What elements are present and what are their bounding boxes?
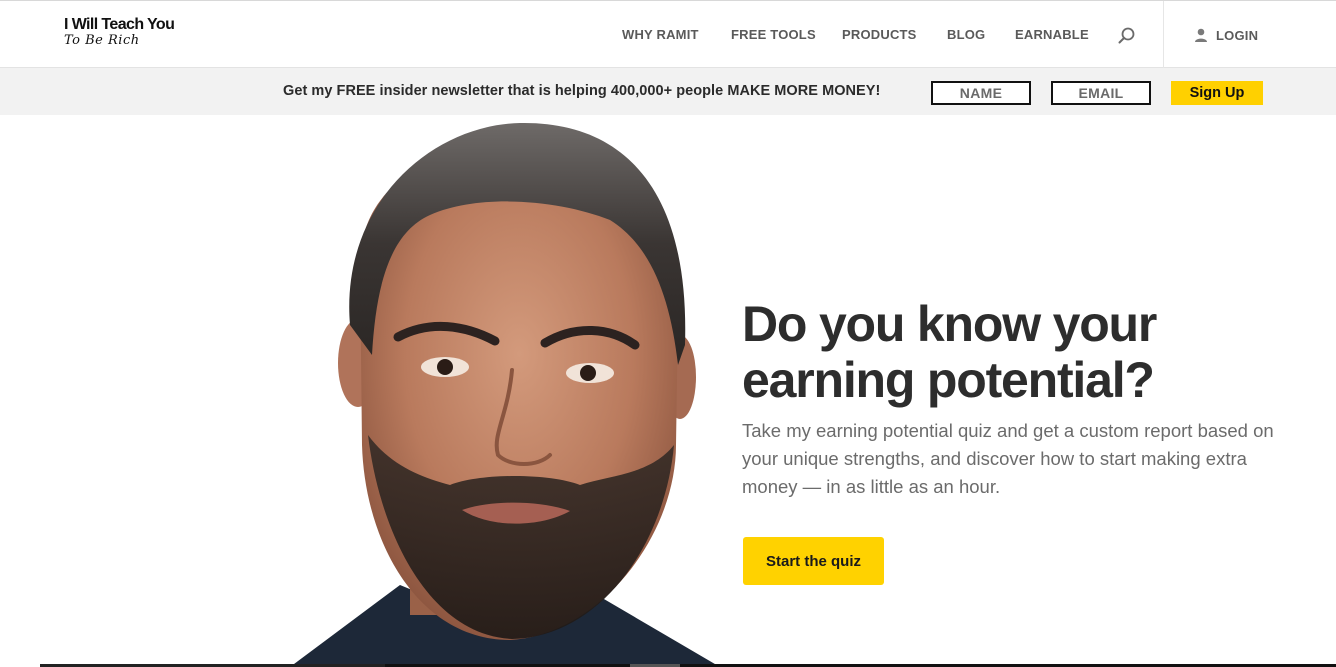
nav-why-ramit[interactable]: WHY RAMIT xyxy=(622,27,699,42)
nav-blog[interactable]: BLOG xyxy=(947,27,985,42)
site-header: I Will Teach You To Be Rich WHY RAMIT FR… xyxy=(0,0,1336,68)
login-link[interactable]: LOGIN xyxy=(1194,26,1258,44)
nav-products[interactable]: PRODUCTS xyxy=(842,27,917,42)
nav-earnable[interactable]: EARNABLE xyxy=(1015,27,1089,42)
user-icon xyxy=(1195,28,1207,42)
logo-tagline: To Be Rich xyxy=(64,33,140,48)
start-quiz-button[interactable]: Start the quiz xyxy=(743,537,884,585)
hero-subtext: Take my earning potential quiz and get a… xyxy=(742,420,1274,497)
newsletter-bar: Get my FREE insider newsletter that is h… xyxy=(0,68,1336,115)
nav-divider xyxy=(1163,1,1164,68)
name-input[interactable] xyxy=(931,81,1031,105)
newsletter-text: Get my FREE insider newsletter that is h… xyxy=(283,83,881,99)
logo-title: I Will Teach You xyxy=(64,16,175,33)
site-logo[interactable]: I Will Teach You To Be Rich xyxy=(64,16,175,48)
hero-portrait-image xyxy=(290,122,720,667)
search-icon xyxy=(1118,27,1135,44)
email-input[interactable] xyxy=(1051,81,1151,105)
search-button[interactable] xyxy=(1117,26,1137,46)
signup-button[interactable]: Sign Up xyxy=(1171,81,1263,105)
nav-free-tools[interactable]: FREE TOOLS xyxy=(731,27,816,42)
hero-headline: Do you know your earning potential? xyxy=(742,296,1157,408)
login-label: LOGIN xyxy=(1216,27,1259,43)
